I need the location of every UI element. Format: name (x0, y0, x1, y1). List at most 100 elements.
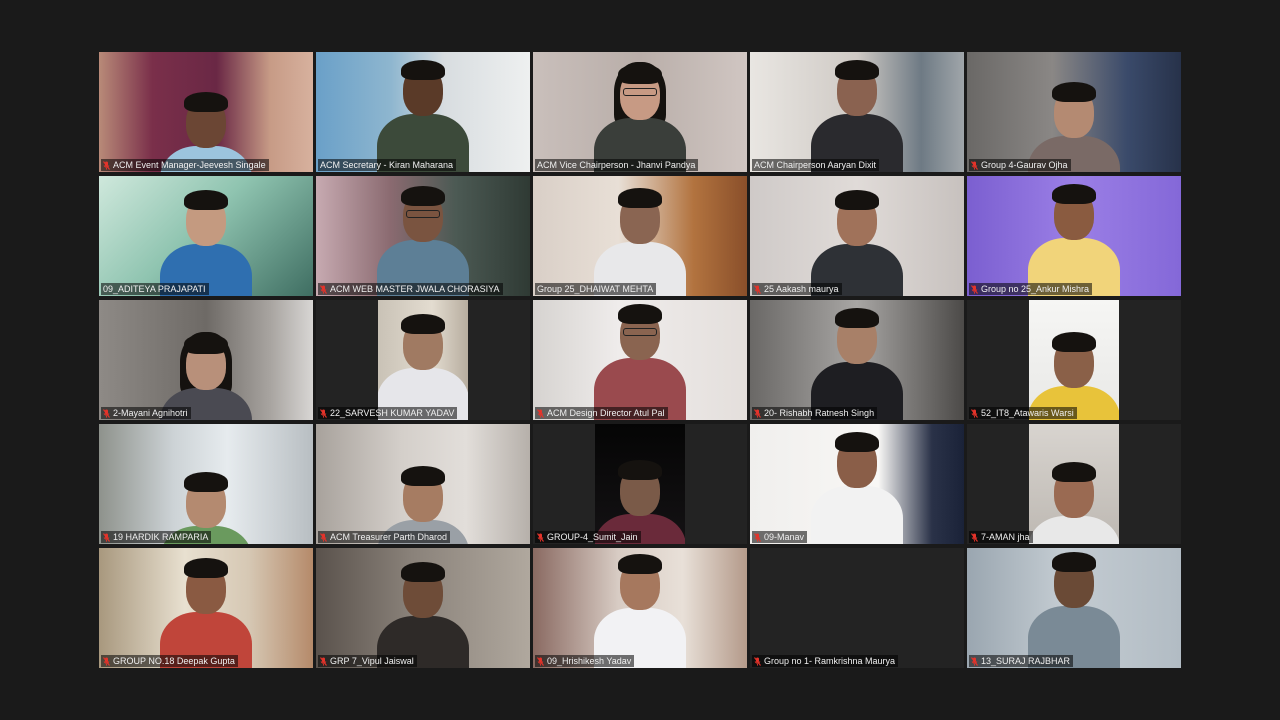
video-feed (750, 300, 964, 420)
participant-name: ACM Event Manager-Jeevesh Singale (113, 160, 266, 170)
participant-name: Group no 1- Ramkrishna Maurya (764, 656, 896, 666)
participant-hair (184, 472, 228, 492)
participant-name-label: 19 HARDIK RAMPARIA (101, 531, 212, 543)
glasses-icon (623, 88, 657, 96)
mic-muted-icon (103, 160, 110, 170)
participant-name: GROUP-4_Sumit_Jain (547, 532, 638, 542)
participant-tile[interactable]: 09-Manav (750, 424, 964, 544)
mic-muted-icon (754, 408, 761, 418)
participant-tile[interactable]: Group no 1- Ramkrishna Maurya (750, 548, 964, 668)
participant-tile[interactable]: GROUP-4_Sumit_Jain (533, 424, 747, 544)
mic-muted-icon (971, 532, 978, 542)
mic-muted-icon (320, 408, 327, 418)
participant-tile[interactable]: 09_ADITEYA PRAJAPATI (99, 176, 313, 296)
participant-tile[interactable]: GROUP NO.18 Deepak Gupta (99, 548, 313, 668)
participant-name-label: ACM Secretary - Kiran Maharana (318, 159, 457, 171)
video-feed (1029, 300, 1119, 420)
participant-tile[interactable]: Group no 25_Ankur Mishra (967, 176, 1181, 296)
video-feed (316, 548, 530, 668)
glasses-icon (406, 210, 440, 218)
participant-tile[interactable]: Group 4-Gaurav Ojha (967, 52, 1181, 172)
participant-tile[interactable]: ACM Event Manager-Jeevesh Singale (99, 52, 313, 172)
participant-name-label: ACM Design Director Atul Pal (535, 407, 668, 419)
participant-tile[interactable]: ACM Design Director Atul Pal (533, 300, 747, 420)
participant-name: 22_SARVESH KUMAR YADAV (330, 408, 455, 418)
participant-tile[interactable]: 7-AMAN jha (967, 424, 1181, 544)
participant-name: 13_SURAJ RAJBHAR (981, 656, 1071, 666)
participant-name-label: ACM Vice Chairperson - Jhanvi Pandya (535, 159, 699, 171)
participant-figure (1014, 184, 1134, 296)
mic-muted-icon (971, 408, 978, 418)
participant-tile[interactable]: 22_SARVESH KUMAR YADAV (316, 300, 530, 420)
mic-muted-icon (103, 408, 110, 418)
participant-tile[interactable]: Group 25_DHAIWAT MEHTA (533, 176, 747, 296)
participant-hair (1052, 332, 1096, 352)
participant-name: Group 25_DHAIWAT MEHTA (537, 284, 654, 294)
mic-muted-icon (103, 656, 110, 666)
participant-tile[interactable]: 2-Mayani Agnihotri (99, 300, 313, 420)
participant-figure (797, 432, 917, 544)
participant-name: 20- Rishabh Ratnesh Singh (764, 408, 875, 418)
participant-name-label: ACM Chairperson Aaryan Dixit (752, 159, 880, 171)
participant-figure (363, 186, 483, 296)
participant-tile[interactable]: 13_SURAJ RAJBHAR (967, 548, 1181, 668)
participant-tile[interactable]: GRP 7_Vipul Jaiswal (316, 548, 530, 668)
participant-tile[interactable]: ACM WEB MASTER JWALA CHORASIYA (316, 176, 530, 296)
participant-hair (401, 186, 445, 206)
video-feed (967, 52, 1181, 172)
participant-name-label: 22_SARVESH KUMAR YADAV (318, 407, 458, 419)
meeting-window: { "participants": [ {"name": "ACM Event … (0, 0, 1280, 720)
participant-tile[interactable]: ACM Chairperson Aaryan Dixit (750, 52, 964, 172)
participant-name-label: 09_Hrishikesh Yadav (535, 655, 635, 667)
mic-muted-icon (537, 532, 544, 542)
participant-hair (1052, 184, 1096, 204)
participant-figure (146, 190, 266, 296)
participant-tile[interactable]: ACM Treasurer Parth Dharod (316, 424, 530, 544)
participant-name-label: Group 4-Gaurav Ojha (969, 159, 1071, 171)
participant-name: 09-Manav (764, 532, 805, 542)
participant-figure (580, 554, 700, 668)
video-feed (750, 52, 964, 172)
participant-hair (1052, 462, 1096, 482)
video-feed (99, 424, 313, 544)
participant-name: ACM Design Director Atul Pal (547, 408, 665, 418)
participant-name: ACM Chairperson Aaryan Dixit (754, 160, 877, 170)
participant-name-label: 2-Mayani Agnihotri (101, 407, 191, 419)
participant-figure (363, 562, 483, 668)
mic-muted-icon (537, 656, 544, 666)
participant-name-label: 25 Aakash maurya (752, 283, 842, 295)
participant-tile[interactable]: 20- Rishabh Ratnesh Singh (750, 300, 964, 420)
participant-name-label: Group 25_DHAIWAT MEHTA (535, 283, 657, 295)
participant-tile[interactable]: ACM Vice Chairperson - Jhanvi Pandya (533, 52, 747, 172)
participant-name-label: ACM Treasurer Parth Dharod (318, 531, 451, 543)
participant-name: GRP 7_Vipul Jaiswal (330, 656, 414, 666)
participant-hair (618, 64, 662, 84)
video-feed (533, 548, 747, 668)
participant-hair (618, 304, 662, 324)
participant-figure (797, 60, 917, 172)
video-feed (533, 176, 747, 296)
participant-name-label: GROUP NO.18 Deepak Gupta (101, 655, 238, 667)
video-feed (378, 300, 468, 420)
participant-tile[interactable]: 09_Hrishikesh Yadav (533, 548, 747, 668)
participant-name: ACM Secretary - Kiran Maharana (320, 160, 454, 170)
mic-muted-icon (971, 160, 978, 170)
participant-hair (184, 92, 228, 112)
mic-muted-icon (754, 656, 761, 666)
participant-hair (184, 190, 228, 210)
participant-name: 2-Mayani Agnihotri (113, 408, 188, 418)
participant-hair (1052, 552, 1096, 572)
participant-hair (835, 308, 879, 328)
participant-name: ACM Treasurer Parth Dharod (330, 532, 448, 542)
participant-name: GROUP NO.18 Deepak Gupta (113, 656, 235, 666)
video-feed (316, 176, 530, 296)
participant-tile[interactable]: 19 HARDIK RAMPARIA (99, 424, 313, 544)
participant-tile[interactable]: 52_IT8_Atawaris Warsi (967, 300, 1181, 420)
participant-name-label: GRP 7_Vipul Jaiswal (318, 655, 417, 667)
video-background (750, 548, 964, 668)
participant-figure (1014, 552, 1134, 668)
participant-tile[interactable]: ACM Secretary - Kiran Maharana (316, 52, 530, 172)
mic-muted-icon (103, 532, 110, 542)
participant-tile[interactable]: 25 Aakash maurya (750, 176, 964, 296)
participant-hair (401, 562, 445, 582)
